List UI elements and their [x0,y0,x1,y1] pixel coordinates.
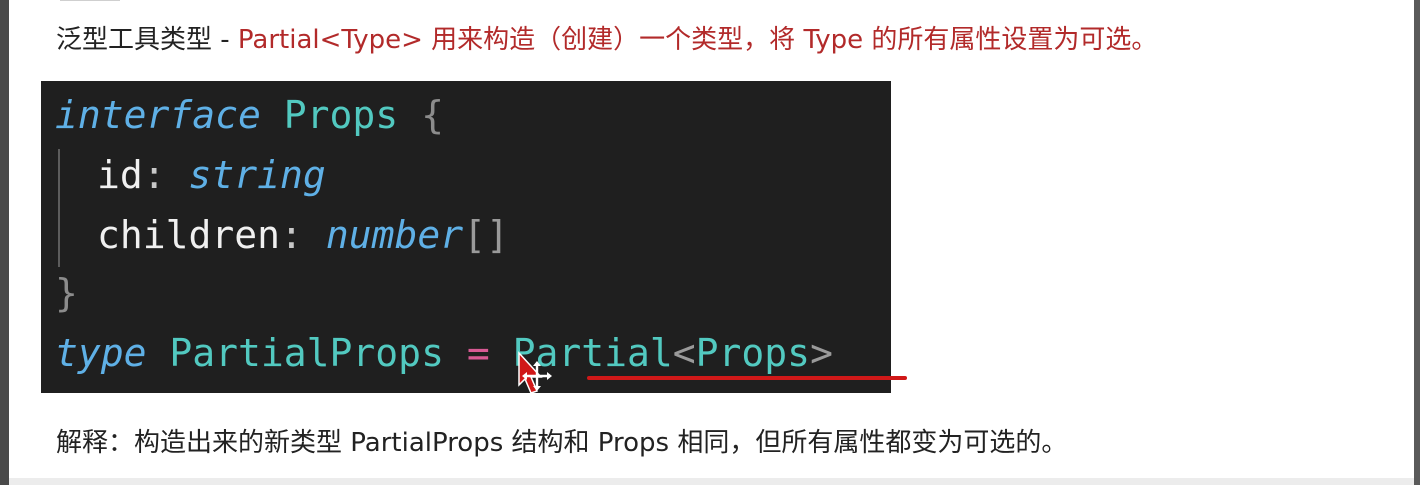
right-window-edge [1414,0,1420,485]
code-line-5: type PartialProps = Partial<Props> [55,325,833,381]
colon: : [280,213,303,257]
angle-close: > [810,331,833,375]
heading-prefix: 泛型工具类型 - [56,25,238,55]
bottom-divider [9,478,1414,485]
code-block: interface Props { id: string children: n… [41,81,907,394]
heading-highlight: Partial<Type> 用来构造（创建）一个类型，将 Type 的所有属性设… [237,25,1158,55]
close-brace: } [55,271,78,315]
keyword-interface: interface [55,93,261,137]
move-cursor-icon [518,351,552,394]
left-window-edge [0,0,9,485]
open-brace: { [421,93,444,137]
angle-open: < [672,331,696,375]
code-line-4: } [55,265,78,321]
type-string: string [188,153,326,197]
explanation-text: 解释：构造出来的新类型 PartialProps 结构和 Props 相同，但所… [56,428,1068,458]
section-heading: 泛型工具类型 - Partial<Type> 用来构造（创建）一个类型，将 Ty… [56,20,1396,60]
keyword-type: type [55,331,147,375]
code-line-2: id: string [97,147,326,203]
array-brackets: [] [463,213,509,257]
alias-name: PartialProps [169,331,444,375]
type-number: number [325,213,464,257]
code-line-3: children: number[] [97,207,509,263]
annotation-underline [587,376,907,380]
property-children: children [97,213,281,257]
indent-guide [58,149,60,267]
property-id: id [97,153,143,197]
generic-arg: Props [695,331,811,375]
equals-operator: = [466,331,490,375]
colon: : [142,153,166,197]
top-divider [60,0,120,6]
code-line-1: interface Props { [55,87,444,143]
interface-name: Props [283,93,399,137]
